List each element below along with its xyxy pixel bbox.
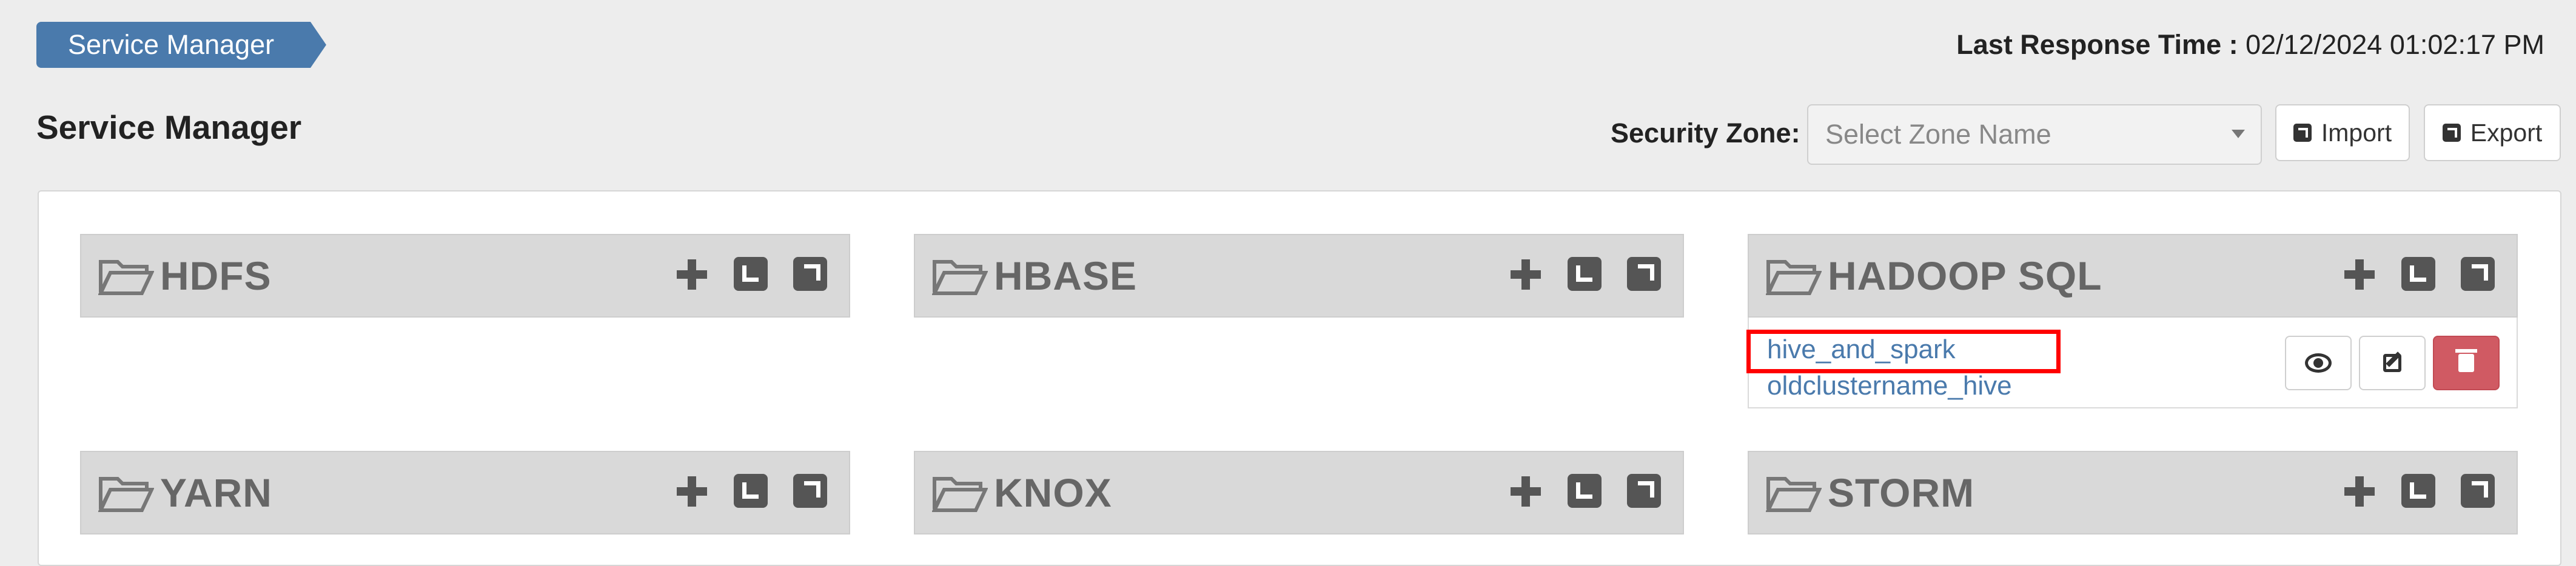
service-card-hadoop-sql: HADOOP SQL hive_and_spark oldclustername…: [1746, 234, 2518, 408]
service-name: HBASE: [994, 253, 1138, 298]
add-service-button[interactable]: [2342, 257, 2376, 291]
export-service-button[interactable]: [793, 474, 827, 508]
add-service-button[interactable]: [1508, 474, 1542, 508]
service-header: HADOOP SQL: [1748, 234, 2518, 318]
view-button[interactable]: [2285, 336, 2352, 390]
folder-open-icon: [98, 260, 154, 295]
last-response-value: 02/12/2024 01:02:17 PM: [2246, 29, 2544, 60]
zone-select-placeholder: Select Zone Name: [1825, 119, 2051, 150]
edit-button[interactable]: [2359, 336, 2426, 390]
breadcrumb-item[interactable]: Service Manager: [36, 22, 311, 68]
service-body: hive_and_spark oldclustername_hive: [1746, 318, 2518, 408]
service-grid-panel: HDFS HBASE HADOOP SQL hive_and_spark old…: [38, 190, 2561, 566]
service-actions: [2342, 474, 2495, 508]
folder-open-icon: [1766, 477, 1822, 512]
export-service-button[interactable]: [793, 257, 827, 291]
page-title: Service Manager: [36, 108, 302, 146]
import-button[interactable]: Import: [2275, 104, 2410, 161]
security-zone-label: Security Zone:: [1611, 118, 1800, 148]
export-label: Export: [2470, 118, 2543, 147]
service-name: KNOX: [994, 470, 1112, 515]
service-card-hbase: HBASE: [914, 234, 1684, 318]
delete-button[interactable]: [2433, 336, 2500, 390]
import-service-button[interactable]: [2401, 257, 2435, 291]
service-actions: [674, 257, 827, 291]
add-service-button[interactable]: [1508, 257, 1542, 291]
service-card-knox: KNOX: [914, 451, 1684, 534]
export-service-button[interactable]: [2461, 257, 2495, 291]
export-button[interactable]: Export: [2424, 104, 2561, 161]
service-actions: [1508, 474, 1661, 508]
add-service-button[interactable]: [674, 474, 708, 508]
last-response-label: Last Response Time :: [1956, 29, 2238, 60]
service-actions: [674, 474, 827, 508]
service-header: HDFS: [80, 234, 850, 318]
trash-icon: [2455, 349, 2477, 372]
service-link-oldclustername-hive[interactable]: oldclustername_hive: [1767, 371, 2012, 401]
breadcrumb-arrow: [310, 22, 327, 68]
security-zone-select[interactable]: Select Zone Name: [1807, 104, 2262, 165]
service-name: STORM: [1828, 470, 1975, 515]
service-name: HADOOP SQL: [1828, 253, 2102, 298]
import-icon: [2293, 124, 2312, 142]
export-service-button[interactable]: [2461, 474, 2495, 508]
last-response-time: Last Response Time : 02/12/2024 01:02:17…: [1956, 29, 2544, 61]
import-service-button[interactable]: [1568, 474, 1602, 508]
export-service-button[interactable]: [1627, 257, 1661, 291]
service-header: HBASE: [914, 234, 1684, 318]
add-service-button[interactable]: [674, 257, 708, 291]
service-card-yarn: YARN: [80, 451, 850, 534]
folder-open-icon: [1766, 260, 1822, 295]
service-card-hdfs: HDFS: [80, 234, 850, 318]
import-label: Import: [2321, 118, 2392, 147]
service-name: YARN: [160, 470, 272, 515]
caret-down-icon: [2232, 130, 2245, 138]
add-service-button[interactable]: [2342, 474, 2376, 508]
eye-icon: [2305, 353, 2332, 373]
folder-open-icon: [932, 260, 988, 295]
service-link-hive-and-spark[interactable]: hive_and_spark: [1767, 335, 1956, 365]
breadcrumb[interactable]: Service Manager: [36, 22, 327, 68]
import-service-button[interactable]: [734, 474, 768, 508]
import-service-button[interactable]: [1568, 257, 1602, 291]
service-header: YARN: [80, 451, 850, 534]
service-header: STORM: [1748, 451, 2518, 534]
service-actions: [1508, 257, 1661, 291]
service-card-storm: STORM: [1748, 451, 2518, 534]
pencil-icon: [2383, 354, 2401, 372]
import-service-button[interactable]: [734, 257, 768, 291]
service-name: HDFS: [160, 253, 272, 298]
import-service-button[interactable]: [2401, 474, 2435, 508]
export-service-button[interactable]: [1627, 474, 1661, 508]
service-header: KNOX: [914, 451, 1684, 534]
folder-open-icon: [98, 477, 154, 512]
service-list: hive_and_spark oldclustername_hive: [1746, 318, 2517, 407]
row-actions: [2285, 336, 2500, 390]
folder-open-icon: [932, 477, 988, 512]
export-icon: [2442, 124, 2461, 142]
service-actions: [2342, 257, 2495, 291]
